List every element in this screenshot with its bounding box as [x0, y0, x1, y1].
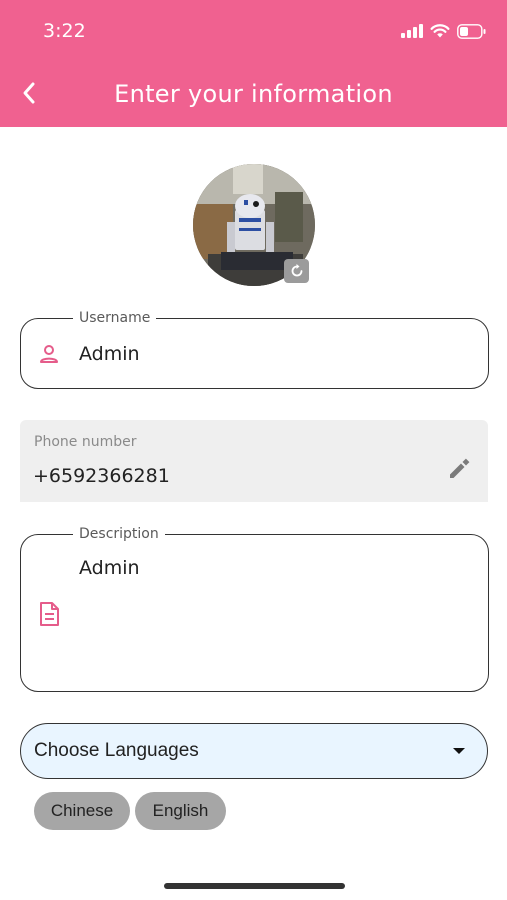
page-title: Enter your information	[114, 80, 393, 108]
description-value[interactable]: Admin	[79, 557, 140, 579]
phone-number-value[interactable]: +6592366281	[33, 465, 170, 487]
language-chip-label: English	[152, 801, 209, 820]
person-icon	[37, 342, 61, 366]
dropdown-arrow-icon	[453, 748, 465, 754]
signal-icon	[401, 24, 423, 38]
username-field[interactable]: Username Admin	[20, 309, 489, 389]
phone-number-field[interactable]: Phone number +6592366281	[20, 420, 488, 502]
languages-placeholder: Choose Languages	[34, 740, 199, 761]
edit-phone-button[interactable]	[446, 456, 472, 482]
language-chip-english[interactable]: English	[135, 792, 226, 830]
languages-dropdown[interactable]: Choose Languages	[20, 723, 488, 779]
home-indicator	[164, 883, 345, 889]
phone-number-label: Phone number	[34, 434, 137, 450]
username-label: Username	[73, 309, 157, 327]
username-value[interactable]: Admin	[79, 343, 140, 365]
document-icon	[37, 601, 61, 627]
language-chip-label: Chinese	[50, 801, 114, 820]
change-photo-button[interactable]	[284, 259, 309, 283]
battery-icon	[457, 23, 486, 39]
status-icons	[401, 22, 487, 40]
camera-rotate-icon	[291, 264, 302, 277]
description-field[interactable]: Description Admin	[20, 525, 489, 692]
app-header: 3:22 Enter your information	[0, 0, 507, 127]
status-time: 3:22	[43, 20, 86, 42]
language-chip-chinese[interactable]: Chinese	[34, 792, 130, 830]
pencil-icon	[450, 458, 470, 478]
description-label: Description	[73, 525, 165, 543]
wifi-icon	[430, 24, 450, 38]
